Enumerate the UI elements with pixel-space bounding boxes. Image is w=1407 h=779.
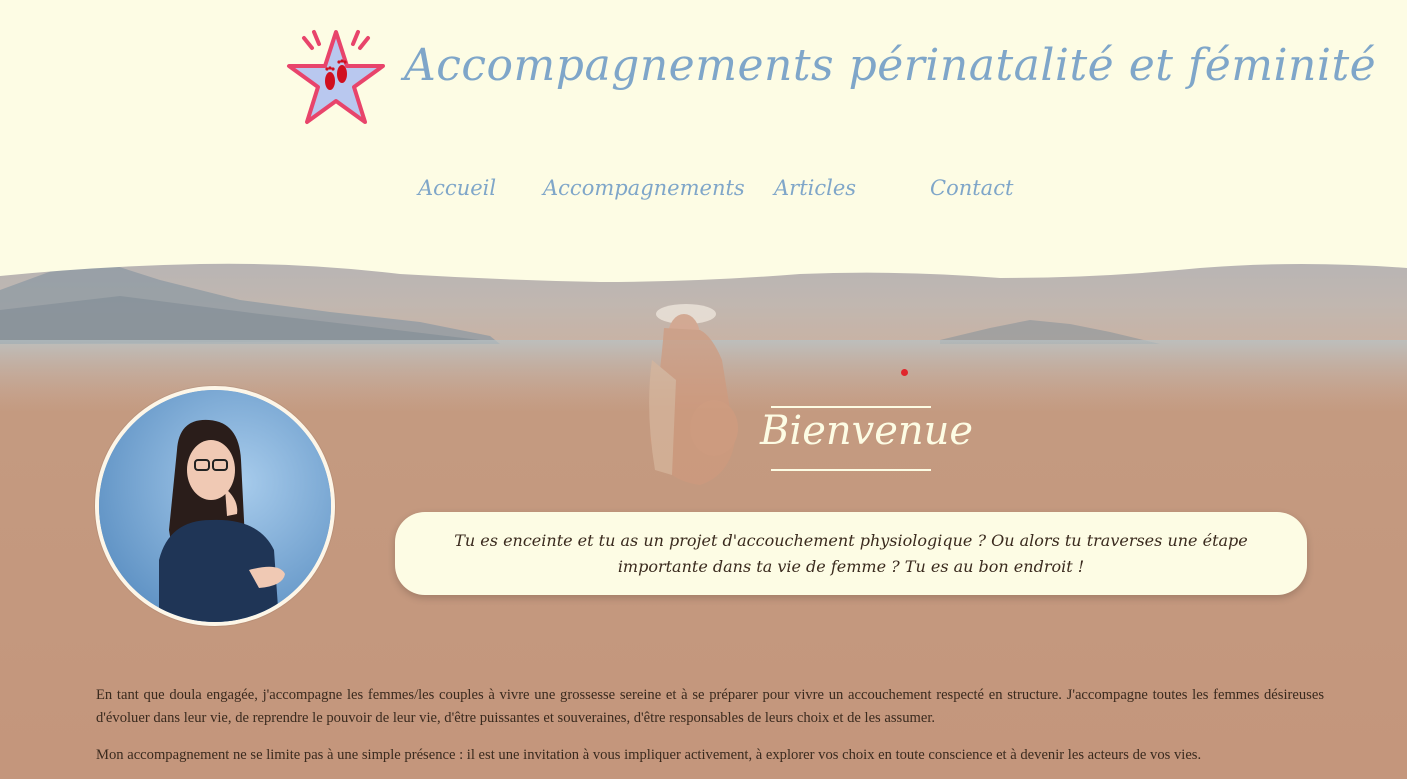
site-title[interactable]: Accompagnements périnatalité et féminité <box>404 40 1376 91</box>
nav-item-accompagnements[interactable]: Accompagnements <box>543 176 745 200</box>
main-nav: Accueil Accompagnements Articles Contact <box>0 176 1407 210</box>
intro-text: Tu es enceinte et tu as un projet d'acco… <box>454 530 1248 576</box>
star-footprints-icon[interactable] <box>284 26 388 130</box>
welcome-title: Bienvenue <box>760 408 974 454</box>
site-header: Accompagnements périnatalité et féminité… <box>0 0 1407 280</box>
intro-banner: Tu es enceinte et tu as un projet d'acco… <box>395 512 1307 595</box>
doula-portrait <box>95 386 335 626</box>
decorative-dot <box>901 369 908 376</box>
welcome-bottom-rule <box>771 469 931 471</box>
nav-item-articles[interactable]: Articles <box>774 176 856 200</box>
intro-paragraph: En tant que doula engagée, j'accompagne … <box>96 687 1324 726</box>
nav-item-accueil[interactable]: Accueil <box>418 176 496 200</box>
mission-paragraph: Mon accompagnement ne se limite pas à un… <box>96 747 1202 763</box>
nav-item-contact[interactable]: Contact <box>930 176 1013 200</box>
